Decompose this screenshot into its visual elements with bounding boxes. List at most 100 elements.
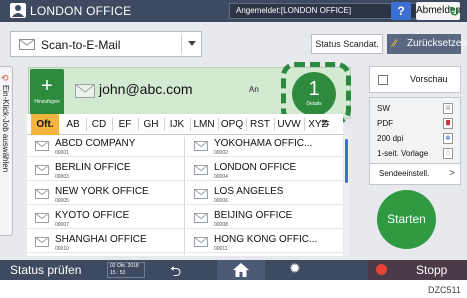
reset-label: Zurücksetzen	[407, 38, 467, 49]
resolution-setting: 200 dpi	[377, 134, 404, 143]
destination-name: SHANGHAI OFFICE	[55, 234, 147, 245]
chevron-right-icon: >	[449, 168, 455, 179]
list-item[interactable]: SHANGHAI OFFICE 00010	[27, 233, 183, 253]
destination-name: BERLIN OFFICE	[55, 162, 131, 173]
divider	[181, 35, 182, 53]
divider	[184, 137, 185, 255]
bottom-bar: Status prüfen 02 Okt. 2018 15 : 53 ⮌ ✹ S…	[0, 260, 467, 280]
send-settings-button[interactable]: Sendeeinstell. >	[369, 163, 461, 185]
swap-icon[interactable]: ⇆	[321, 118, 329, 129]
tab-label: OPQ	[220, 119, 244, 130]
original-setting: 1-seit. Vorlage	[377, 149, 429, 158]
function-select[interactable]: Scan-to-E-Mail	[10, 31, 202, 57]
list-item[interactable]: YOKOHAMA OFFIC... 00002	[186, 137, 342, 157]
tab-label: LMN	[193, 119, 215, 130]
list-item[interactable]: NEW YORK OFFICE 00005	[27, 185, 183, 205]
scan-status-button[interactable]: Status Scandat.	[311, 34, 383, 54]
undo-icon[interactable]: ⮌	[170, 261, 181, 285]
scrollbar-thumb[interactable]	[345, 139, 348, 183]
start-button[interactable]: Starten	[377, 190, 436, 249]
home-icon	[233, 263, 249, 277]
status-check-button[interactable]: Status prüfen	[10, 263, 81, 277]
destination-number: 00004	[214, 174, 228, 180]
manual-entry-label: Hinzufügen	[34, 99, 60, 105]
tab-index-2[interactable]: CD	[87, 114, 111, 135]
manual-entry-button[interactable]: + Hinzufügen	[30, 69, 64, 117]
user-icon	[10, 3, 26, 18]
tab-index-3[interactable]: EF	[113, 114, 137, 135]
envelope-icon	[35, 189, 49, 199]
tab-label: GH	[143, 119, 159, 130]
figure-reference: DZC511	[428, 285, 461, 295]
stop-button[interactable]: Stopp	[368, 260, 467, 280]
list-item[interactable]: BEIJING OFFICE 00008	[186, 209, 342, 229]
wrench-icon: ⁄⁄	[393, 38, 397, 50]
stop-icon	[376, 264, 387, 275]
tab-index-0[interactable]: Oft.	[31, 114, 59, 135]
envelope-icon	[194, 189, 208, 199]
envelope-icon	[75, 84, 95, 98]
destination-number: 00006	[214, 198, 228, 204]
details-button[interactable]: 1 Details	[292, 72, 336, 116]
tab-index-5[interactable]: IJK	[165, 114, 189, 135]
list-item[interactable]: HONG KONG OFFIC... 00011	[186, 233, 342, 253]
tab-index-8[interactable]: RST	[247, 114, 273, 135]
tab-label: IJK	[169, 119, 185, 130]
tab-index-4[interactable]: GH	[139, 114, 163, 135]
time-label: 15 : 53	[110, 270, 126, 276]
list-item[interactable]: LONDON OFFICE 00004	[186, 161, 342, 181]
refresh-icon[interactable]: ↻	[449, 4, 460, 20]
destination-number: 00003	[55, 174, 69, 180]
destination-name: NEW YORK OFFICE	[55, 186, 149, 197]
destination-name: BEIJING OFFICE	[214, 210, 293, 221]
list-item[interactable]: KYOTO OFFICE 00007	[27, 209, 183, 229]
chevron-down-icon	[188, 41, 196, 46]
envelope-icon	[19, 39, 35, 50]
history-icon: ⟲	[1, 73, 9, 83]
one-click-job-label: Ein-Klick-Job auswählen	[1, 85, 10, 173]
tab-label: EF	[118, 119, 132, 130]
index-tabs: Oft. AB CD EF GH IJK LMN OPQ RST UVW XYZ	[27, 114, 343, 135]
envelope-icon	[194, 165, 208, 175]
tab-index-6[interactable]: LMN	[191, 114, 217, 135]
tab-label: AB	[66, 119, 80, 130]
gear-icon[interactable]: ✹	[289, 260, 301, 277]
destination-number: 00011	[214, 246, 228, 252]
destination-name: KYOTO OFFICE	[55, 210, 130, 221]
list-item[interactable]: ABCD COMPANY 00001	[27, 137, 183, 157]
destination-number: 00005	[55, 198, 69, 204]
original-icon: ▢	[443, 148, 453, 159]
preview-label: Vorschau	[410, 74, 448, 84]
tab-index-9[interactable]: UVW	[275, 114, 303, 135]
tab-index-7[interactable]: OPQ	[219, 114, 245, 135]
preview-option[interactable]: Vorschau	[369, 66, 461, 93]
tab-label: CD	[91, 119, 107, 130]
preview-checkbox[interactable]	[378, 75, 388, 85]
color-setting: SW	[377, 104, 390, 113]
envelope-icon	[194, 141, 208, 151]
destination-name: LOS ANGELES	[214, 186, 284, 197]
home-button[interactable]	[217, 260, 265, 280]
destination-number: 00010	[55, 246, 69, 252]
reset-button[interactable]: ⁄⁄ Zurücksetzen	[387, 34, 467, 54]
envelope-icon	[35, 165, 49, 175]
help-button[interactable]: ?	[391, 2, 411, 20]
one-click-job-tab[interactable]: ⟲ Ein-Klick-Job auswählen	[0, 66, 13, 236]
envelope-icon	[35, 213, 49, 223]
destination-name: YOKOHAMA OFFIC...	[214, 138, 313, 149]
pdf-icon: ▇	[443, 118, 453, 129]
destination-type: An	[249, 85, 259, 94]
stop-label: Stopp	[416, 263, 448, 277]
scan-status-label: Status Scandat.	[315, 39, 379, 49]
destination-address: john@abc.com	[99, 81, 193, 97]
list-item[interactable]: BERLIN OFFICE 00003	[27, 161, 183, 181]
resolution-icon: ▦	[443, 133, 453, 144]
tab-index-1[interactable]: AB	[61, 114, 85, 135]
destination-name: LONDON OFFICE	[214, 162, 297, 173]
page-title: LONDON OFFICE	[30, 4, 132, 18]
list-item[interactable]: LOS ANGELES 00006	[186, 185, 342, 205]
format-setting: PDF	[377, 119, 393, 128]
details-count: 1	[308, 78, 320, 100]
login-status-label: Angemeldet:[LONDON OFFICE]	[236, 6, 352, 15]
tab-label: Oft.	[36, 119, 54, 130]
